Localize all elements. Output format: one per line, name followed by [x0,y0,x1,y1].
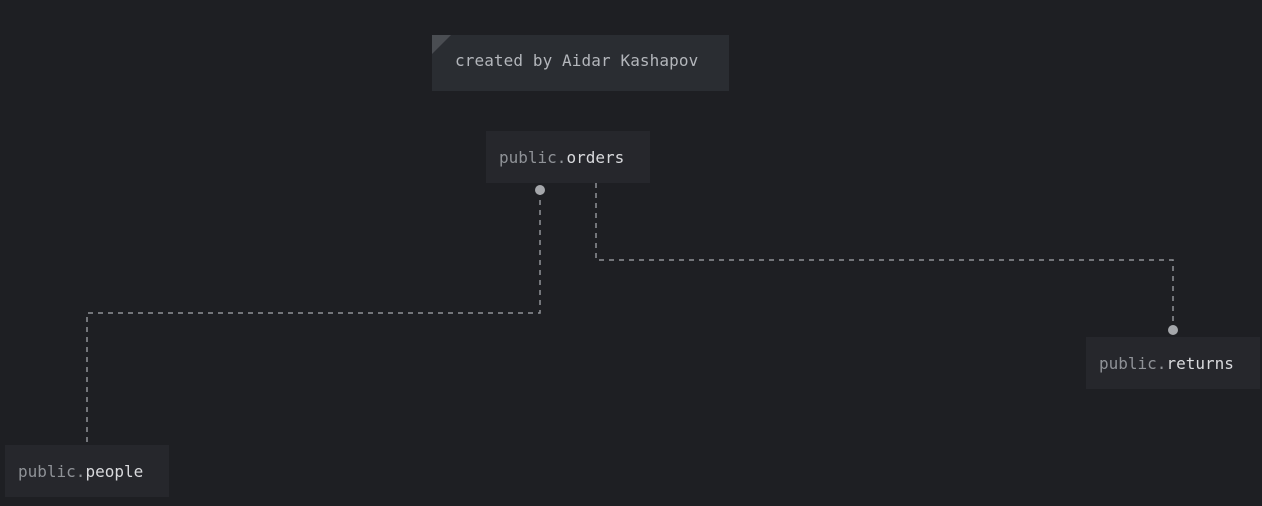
table-name: returns [1166,353,1234,373]
table-name: orders [566,147,625,167]
relation-endpoint-returns [1168,325,1178,335]
table-name: people [85,461,144,481]
table-schema: public. [1099,353,1167,373]
table-node-returns[interactable]: public. returns [1086,337,1260,389]
table-node-orders[interactable]: public. orders [486,131,650,183]
note-text: created by Aidar Kashapov [455,51,699,70]
sticky-note[interactable]: created by Aidar Kashapov [432,35,729,91]
relation-line-orders-people [86,190,541,445]
relation-endpoint-orders [535,185,545,195]
table-schema: public. [499,147,567,167]
table-schema: public. [18,461,86,481]
diagram-canvas: created by Aidar Kashapov public. orders … [0,0,1262,506]
note-fold-corner [432,35,451,54]
table-node-people[interactable]: public. people [5,445,169,497]
relation-line-orders-returns [595,183,1174,330]
